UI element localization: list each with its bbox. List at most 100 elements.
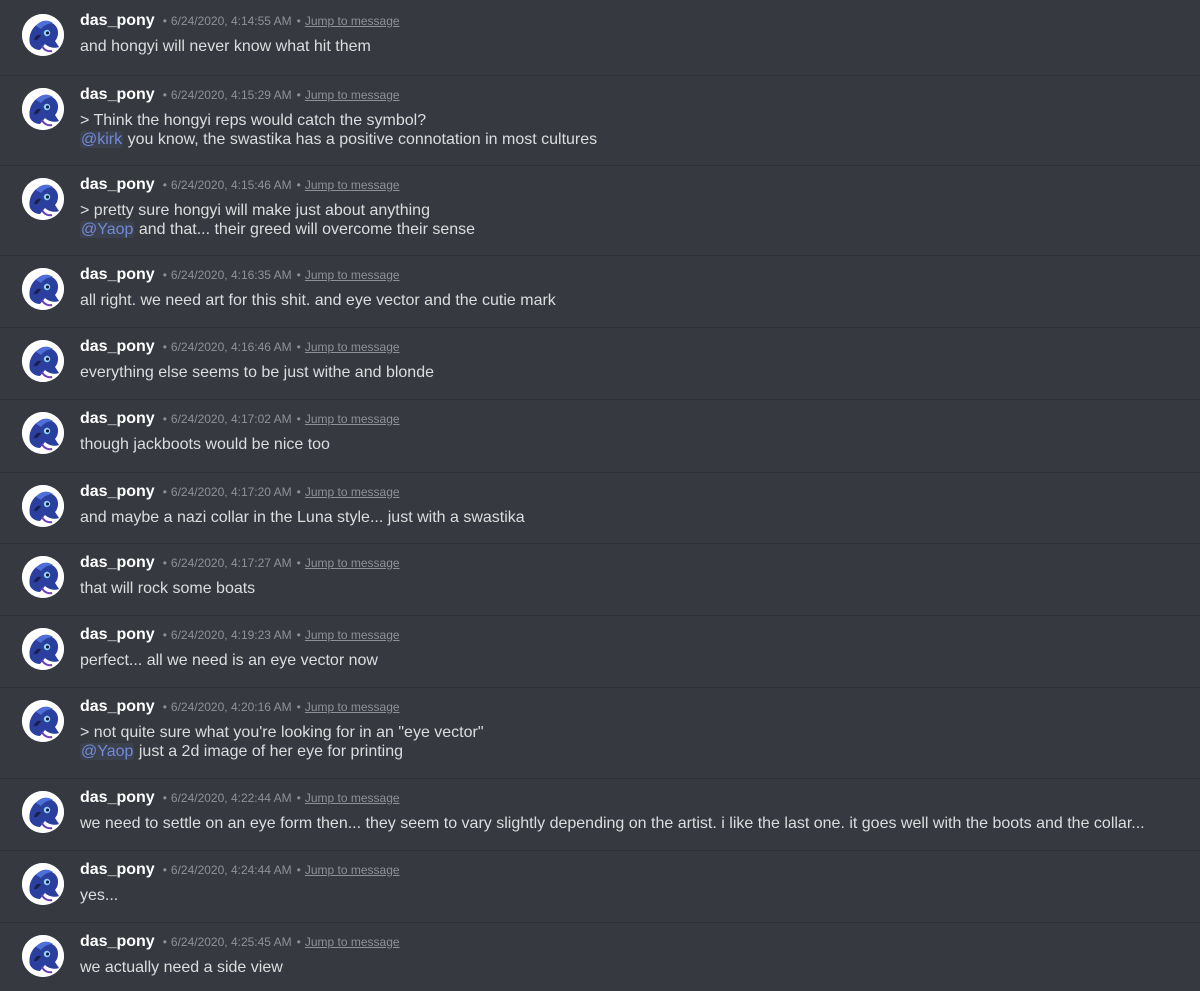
message-line: yes... — [80, 886, 118, 905]
separator-dot: • — [162, 178, 167, 192]
message-line: > not quite sure what you're looking for… — [80, 723, 484, 742]
separator-dot: • — [162, 556, 167, 570]
message-text: we actually need a side view — [80, 959, 283, 976]
message-line: everything else seems to be just withe a… — [80, 363, 434, 382]
jump-to-message-link[interactable]: Jump to message — [305, 340, 400, 354]
message-text: > not quite sure what you're looking for… — [80, 724, 484, 741]
timestamp: 6/24/2020, 4:22:44 AM — [170, 791, 292, 805]
pony-avatar-icon — [22, 700, 64, 742]
avatar[interactable] — [22, 935, 64, 977]
message-text: and that... their greed will overcome th… — [134, 221, 476, 238]
avatar[interactable] — [22, 14, 64, 56]
message-item: das_pony • 6/24/2020, 4:24:44 AM • Jump to m… — [0, 850, 1200, 922]
jump-to-message-link[interactable]: Jump to message — [305, 556, 400, 570]
message-line: that will rock some boats — [80, 579, 255, 598]
separator-dot: • — [162, 340, 167, 354]
jump-to-message-link[interactable]: Jump to message — [305, 268, 400, 282]
timestamp: 6/24/2020, 4:17:27 AM — [170, 556, 292, 570]
avatar[interactable] — [22, 700, 64, 742]
message-header: das_pony • 6/24/2020, 4:17:20 AM • Jump to m… — [80, 483, 400, 501]
author-name[interactable]: das_pony — [80, 626, 155, 643]
jump-to-message-link[interactable]: Jump to message — [305, 14, 400, 28]
avatar[interactable] — [22, 178, 64, 220]
message-line: we need to settle on an eye form then...… — [80, 814, 1145, 833]
separator-dot: • — [162, 412, 167, 426]
message-text: and maybe a nazi collar in the Luna styl… — [80, 509, 525, 526]
message-item: das_pony • 6/24/2020, 4:22:44 AM • Jump to m… — [0, 778, 1200, 850]
avatar[interactable] — [22, 485, 64, 527]
jump-to-message-link[interactable]: Jump to message — [305, 485, 400, 499]
avatar[interactable] — [22, 88, 64, 130]
separator-dot: • — [162, 268, 167, 282]
pony-avatar-icon — [22, 485, 64, 527]
author-name[interactable]: das_pony — [80, 12, 155, 29]
avatar[interactable] — [22, 863, 64, 905]
message-text: we need to settle on an eye form then...… — [80, 815, 1145, 832]
message-text: everything else seems to be just withe a… — [80, 364, 434, 381]
message-line: @Yaop just a 2d image of her eye for pri… — [80, 742, 403, 761]
message-item: das_pony • 6/24/2020, 4:17:20 AM • Jump to m… — [0, 472, 1200, 543]
user-mention[interactable]: @kirk — [80, 131, 124, 148]
separator-dot: • — [296, 88, 301, 102]
message-item: das_pony • 6/24/2020, 4:19:23 AM • Jump to m… — [0, 615, 1200, 687]
author-name[interactable]: das_pony — [80, 266, 155, 283]
separator-dot: • — [296, 340, 301, 354]
author-name[interactable]: das_pony — [80, 483, 155, 500]
pony-avatar-icon — [22, 791, 64, 833]
separator-dot: • — [162, 935, 167, 949]
message-item: das_pony • 6/24/2020, 4:16:35 AM • Jump to m… — [0, 255, 1200, 327]
message-line: and maybe a nazi collar in the Luna styl… — [80, 508, 525, 527]
author-name[interactable]: das_pony — [80, 176, 155, 193]
message-header: das_pony • 6/24/2020, 4:16:35 AM • Jump to m… — [80, 266, 400, 284]
timestamp: 6/24/2020, 4:15:29 AM — [170, 88, 292, 102]
pony-avatar-icon — [22, 628, 64, 670]
author-name[interactable]: das_pony — [80, 933, 155, 950]
separator-dot: • — [296, 628, 301, 642]
jump-to-message-link[interactable]: Jump to message — [305, 88, 400, 102]
separator-dot: • — [162, 700, 167, 714]
jump-to-message-link[interactable]: Jump to message — [305, 863, 400, 877]
separator-dot: • — [296, 485, 301, 499]
message-item: das_pony • 6/24/2020, 4:15:46 AM • Jump to m… — [0, 165, 1200, 255]
message-header: das_pony • 6/24/2020, 4:24:44 AM • Jump to m… — [80, 861, 400, 879]
avatar[interactable] — [22, 791, 64, 833]
jump-to-message-link[interactable]: Jump to message — [305, 700, 400, 714]
message-line: we actually need a side view — [80, 958, 283, 977]
author-name[interactable]: das_pony — [80, 338, 155, 355]
avatar[interactable] — [22, 268, 64, 310]
author-name[interactable]: das_pony — [80, 86, 155, 103]
pony-avatar-icon — [22, 340, 64, 382]
avatar[interactable] — [22, 340, 64, 382]
user-mention[interactable]: @Yaop — [80, 221, 135, 238]
message-header: das_pony • 6/24/2020, 4:19:23 AM • Jump to m… — [80, 626, 400, 644]
message-text: and hongyi will never know what hit them — [80, 38, 371, 55]
avatar[interactable] — [22, 412, 64, 454]
separator-dot: • — [162, 791, 167, 805]
timestamp: 6/24/2020, 4:20:16 AM — [170, 700, 292, 714]
pony-avatar-icon — [22, 935, 64, 977]
message-text: > Think the hongyi reps would catch the … — [80, 112, 427, 129]
avatar[interactable] — [22, 628, 64, 670]
user-mention[interactable]: @Yaop — [80, 743, 135, 760]
message-header: das_pony • 6/24/2020, 4:25:45 AM • Jump to m… — [80, 933, 400, 951]
jump-to-message-link[interactable]: Jump to message — [305, 791, 400, 805]
author-name[interactable]: das_pony — [80, 554, 155, 571]
avatar[interactable] — [22, 556, 64, 598]
separator-dot: • — [296, 412, 301, 426]
separator-dot: • — [162, 88, 167, 102]
message-item: das_pony • 6/24/2020, 4:25:45 AM • Jump to m… — [0, 922, 1200, 991]
author-name[interactable]: das_pony — [80, 789, 155, 806]
author-name[interactable]: das_pony — [80, 698, 155, 715]
message-item: das_pony • 6/24/2020, 4:20:16 AM • Jump to m… — [0, 687, 1200, 778]
message-line: @kirk you know, the swastika has a posit… — [80, 130, 597, 149]
message-line: and hongyi will never know what hit them — [80, 37, 371, 56]
author-name[interactable]: das_pony — [80, 861, 155, 878]
jump-to-message-link[interactable]: Jump to message — [305, 178, 400, 192]
jump-to-message-link[interactable]: Jump to message — [305, 412, 400, 426]
author-name[interactable]: das_pony — [80, 410, 155, 427]
jump-to-message-link[interactable]: Jump to message — [305, 935, 400, 949]
message-header: das_pony • 6/24/2020, 4:16:46 AM • Jump to m… — [80, 338, 400, 356]
jump-to-message-link[interactable]: Jump to message — [305, 628, 400, 642]
separator-dot: • — [162, 628, 167, 642]
timestamp: 6/24/2020, 4:15:46 AM — [170, 178, 292, 192]
